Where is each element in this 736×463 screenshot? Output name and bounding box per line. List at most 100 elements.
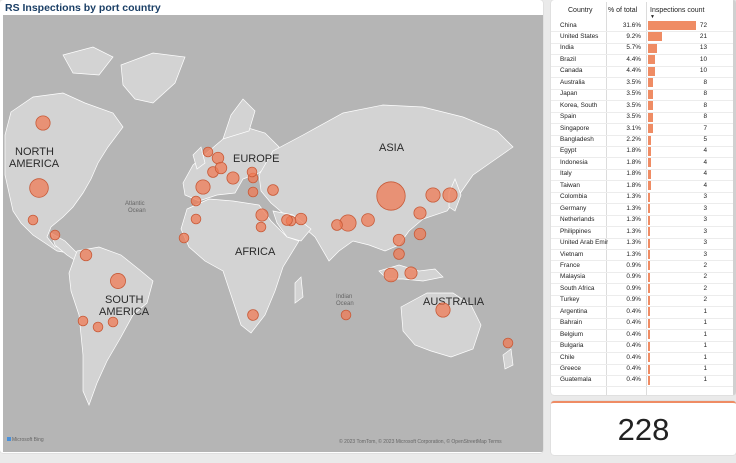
- table-row[interactable]: Greece 0.4% 1: [551, 364, 733, 375]
- bubble-colombia[interactable]: [79, 248, 93, 262]
- bubble-greece2[interactable]: [246, 166, 258, 178]
- label-north-america: NORTH AMERICA: [9, 146, 60, 170]
- cell-count: 4: [703, 147, 707, 155]
- bubble-canada[interactable]: [35, 115, 51, 131]
- bubble-westafrica2[interactable]: [178, 232, 190, 244]
- table-row[interactable]: Guatemala 0.4% 1: [551, 375, 733, 386]
- table-row[interactable]: Canada 4.4% 10: [551, 66, 733, 77]
- bubble-usa[interactable]: [29, 178, 49, 198]
- cell-bar: [648, 55, 655, 65]
- bubble-saudi[interactable]: [281, 214, 293, 226]
- world-map[interactable]: NORTH AMERICA SOUTH AMERICA EUROPE ASIA AF…: [3, 15, 543, 452]
- bubble-australia[interactable]: [435, 302, 451, 318]
- bubble-singapore[interactable]: [383, 267, 399, 283]
- table-row[interactable]: India 5.7% 13: [551, 43, 733, 54]
- table-row[interactable]: Colombia 1.3% 3: [551, 192, 733, 203]
- bubble-uae[interactable]: [294, 212, 308, 226]
- bubble-mexico[interactable]: [27, 214, 39, 226]
- bubble-guatemala[interactable]: [49, 229, 61, 241]
- bubble-southafrica[interactable]: [247, 309, 259, 321]
- bubble-eastafrica[interactable]: [255, 221, 267, 233]
- cell-country: United States: [560, 32, 599, 40]
- bubble-pakistan[interactable]: [331, 219, 343, 231]
- bubble-morocco[interactable]: [190, 195, 202, 207]
- label-south-america: SOUTH AMERICA: [99, 294, 150, 318]
- bubble-newzealand[interactable]: [502, 337, 514, 349]
- table-row[interactable]: Korea, South 3.5% 8: [551, 100, 733, 111]
- table-row[interactable]: China 31.6% 72: [551, 20, 733, 31]
- header-pct-of-total[interactable]: % of total: [608, 7, 637, 14]
- cell-country: Spain: [560, 113, 577, 121]
- table-row[interactable]: Chile 0.4% 1: [551, 352, 733, 363]
- cell-pct: 0.4%: [626, 330, 641, 338]
- table-row[interactable]: Philippines 1.3% 3: [551, 226, 733, 237]
- bubble-chile[interactable]: [77, 315, 89, 327]
- bubble-spain[interactable]: [195, 179, 211, 195]
- table-row[interactable]: Vietnam 1.3% 3: [551, 249, 733, 260]
- cell-bar: [648, 284, 650, 294]
- cell-country: Netherlands: [560, 216, 595, 224]
- table-row[interactable]: Netherlands 1.3% 3: [551, 215, 733, 226]
- table-row[interactable]: Singapore 3.1% 7: [551, 123, 733, 134]
- cell-pct: 3.5%: [626, 113, 641, 121]
- cell-bar: [648, 353, 650, 363]
- cell-count: 8: [703, 101, 707, 109]
- table-row[interactable]: Egypt 1.8% 4: [551, 146, 733, 157]
- header-country[interactable]: Country: [568, 7, 593, 14]
- cell-country: Turkey: [560, 296, 580, 304]
- bubble-japan[interactable]: [442, 187, 458, 203]
- country-table[interactable]: Country % of total Inspections count ▼ C…: [551, 0, 736, 395]
- bubble-brazil[interactable]: [110, 273, 126, 289]
- table-row[interactable]: United Arab Emirates 1.3% 3: [551, 238, 733, 249]
- bubble-netherlands[interactable]: [214, 161, 228, 175]
- table-row[interactable]: Spain 3.5% 8: [551, 112, 733, 123]
- cell-pct: 31.6%: [622, 21, 641, 29]
- table-row[interactable]: France 0.9% 2: [551, 260, 733, 271]
- table-row[interactable]: Bahrain 0.4% 1: [551, 318, 733, 329]
- bubble-mozambique[interactable]: [340, 309, 352, 321]
- bubble-belgium[interactable]: [202, 146, 214, 158]
- bubble-philippines[interactable]: [413, 227, 427, 241]
- table-row[interactable]: Turkey 0.9% 2: [551, 295, 733, 306]
- table-row[interactable]: Malaysia 0.9% 2: [551, 272, 733, 283]
- cell-country: Japan: [560, 90, 578, 98]
- table-row[interactable]: Bangladesh 2.2% 5: [551, 135, 733, 146]
- cell-bar: [648, 250, 650, 259]
- table-row[interactable]: Indonesia 1.8% 4: [551, 157, 733, 168]
- table-row[interactable]: Argentina 0.4% 1: [551, 306, 733, 317]
- cell-count: 1: [703, 365, 707, 372]
- bubble-argentina[interactable]: [92, 321, 104, 333]
- bubble-indonesia[interactable]: [404, 266, 418, 280]
- table-row[interactable]: Belgium 0.4% 1: [551, 329, 733, 340]
- table-row[interactable]: Japan 3.5% 8: [551, 89, 733, 100]
- bubble-taiwan[interactable]: [413, 206, 427, 220]
- map-canvas[interactable]: NORTH AMERICA SOUTH AMERICA EUROPE ASIA AF…: [3, 15, 543, 452]
- bubble-china[interactable]: [376, 181, 406, 211]
- bubble-korea[interactable]: [425, 187, 441, 203]
- map-attribution[interactable]: © 2023 TomTom, © 2023 Microsoft Corporat…: [339, 439, 502, 445]
- bubble-westafrica[interactable]: [190, 213, 202, 225]
- table-row[interactable]: Italy 1.8% 4: [551, 169, 733, 180]
- cell-count: 4: [703, 170, 707, 178]
- table-row[interactable]: Taiwan 1.8% 4: [551, 180, 733, 191]
- bubble-greece[interactable]: [247, 186, 259, 198]
- table-row[interactable]: South Africa 0.9% 2: [551, 283, 733, 294]
- bubble-italy[interactable]: [226, 171, 240, 185]
- table-row[interactable]: Bulgaria 0.4% 1: [551, 341, 733, 352]
- bubble-malaysia[interactable]: [393, 248, 405, 260]
- cell-pct: 1.3%: [626, 239, 641, 247]
- cell-bar: [648, 261, 650, 271]
- bubble-turkey[interactable]: [267, 184, 279, 196]
- bubble-uruguay[interactable]: [107, 316, 119, 328]
- cell-bar: [648, 112, 654, 122]
- bubble-egypt[interactable]: [255, 208, 269, 222]
- table-row[interactable]: Germany 1.3% 3: [551, 203, 733, 214]
- bubble-vietnam[interactable]: [392, 233, 406, 247]
- cell-count: 1: [703, 319, 707, 327]
- table-row[interactable]: Brazil 4.4% 10: [551, 54, 733, 65]
- bubble-bangladesh[interactable]: [361, 213, 375, 227]
- table-row[interactable]: United States 9.2% 21: [551, 31, 733, 42]
- map-visual[interactable]: RS Inspections by port country NORTH AME…: [0, 0, 543, 453]
- header-inspections-count[interactable]: Inspections count: [650, 7, 704, 14]
- table-row[interactable]: Australia 3.5% 8: [551, 77, 733, 88]
